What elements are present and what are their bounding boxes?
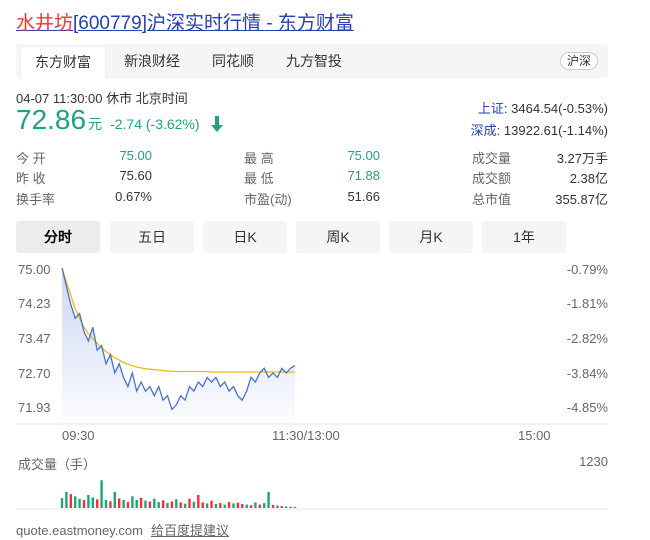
volume-bar — [210, 500, 213, 508]
volume-bar — [249, 505, 253, 508]
volume-bar — [263, 503, 266, 508]
volume-bar — [236, 502, 240, 508]
volume-bar — [157, 502, 160, 508]
volume-bars — [60, 480, 297, 508]
volume-bar — [276, 505, 279, 508]
volume-bar — [232, 503, 235, 508]
volume-bar — [153, 498, 156, 508]
volume-bar — [139, 497, 143, 508]
volume-bar — [87, 495, 90, 508]
volume-bar — [289, 506, 292, 508]
volume-bar — [135, 500, 138, 508]
volume-bar — [201, 502, 204, 508]
volume-bar — [69, 494, 72, 508]
volume-bar — [227, 502, 231, 508]
volume-bar — [219, 503, 222, 508]
volume-bar — [96, 499, 99, 508]
volume-bar — [179, 502, 182, 508]
volume-bar — [144, 500, 147, 508]
volume-bar — [60, 498, 64, 508]
volume-bar — [293, 506, 297, 508]
volume-bar — [175, 499, 178, 508]
volume-bar — [161, 500, 165, 508]
volume-bar — [285, 506, 288, 508]
feedback-link[interactable]: 给百度提建议 — [151, 523, 229, 538]
volume-bar — [122, 500, 125, 508]
volume-bar — [74, 496, 77, 508]
volume-bar — [214, 504, 218, 508]
volume-bar — [245, 504, 248, 508]
volume-bar — [109, 501, 112, 508]
volume-bar — [91, 497, 94, 508]
volume-bar — [271, 504, 275, 508]
volume-bar — [197, 495, 200, 508]
intraday-chart[interactable] — [0, 0, 650, 540]
volume-bar — [166, 503, 169, 508]
volume-bar — [170, 501, 174, 508]
volume-bar — [131, 496, 134, 508]
volume-bar — [82, 500, 86, 508]
volume-bar — [254, 502, 257, 508]
volume-bar — [118, 498, 121, 508]
volume-bar — [183, 503, 187, 508]
source-domain: quote.eastmoney.com — [16, 523, 143, 538]
volume-bar — [113, 491, 116, 508]
volume-bar — [267, 491, 270, 508]
volume-bar — [192, 501, 196, 508]
volume-bar — [78, 498, 81, 508]
volume-bar — [258, 504, 261, 508]
volume-bar — [223, 504, 226, 508]
volume-bar — [280, 506, 283, 508]
volume-bar — [65, 491, 68, 508]
footer: quote.eastmoney.com 给百度提建议 — [16, 520, 229, 539]
volume-bar — [148, 501, 152, 508]
volume-bar — [126, 501, 130, 508]
volume-bar — [241, 504, 244, 508]
volume-bar — [205, 503, 209, 508]
volume-bar — [104, 500, 108, 508]
volume-bar — [188, 498, 191, 508]
volume-bar — [100, 480, 103, 508]
